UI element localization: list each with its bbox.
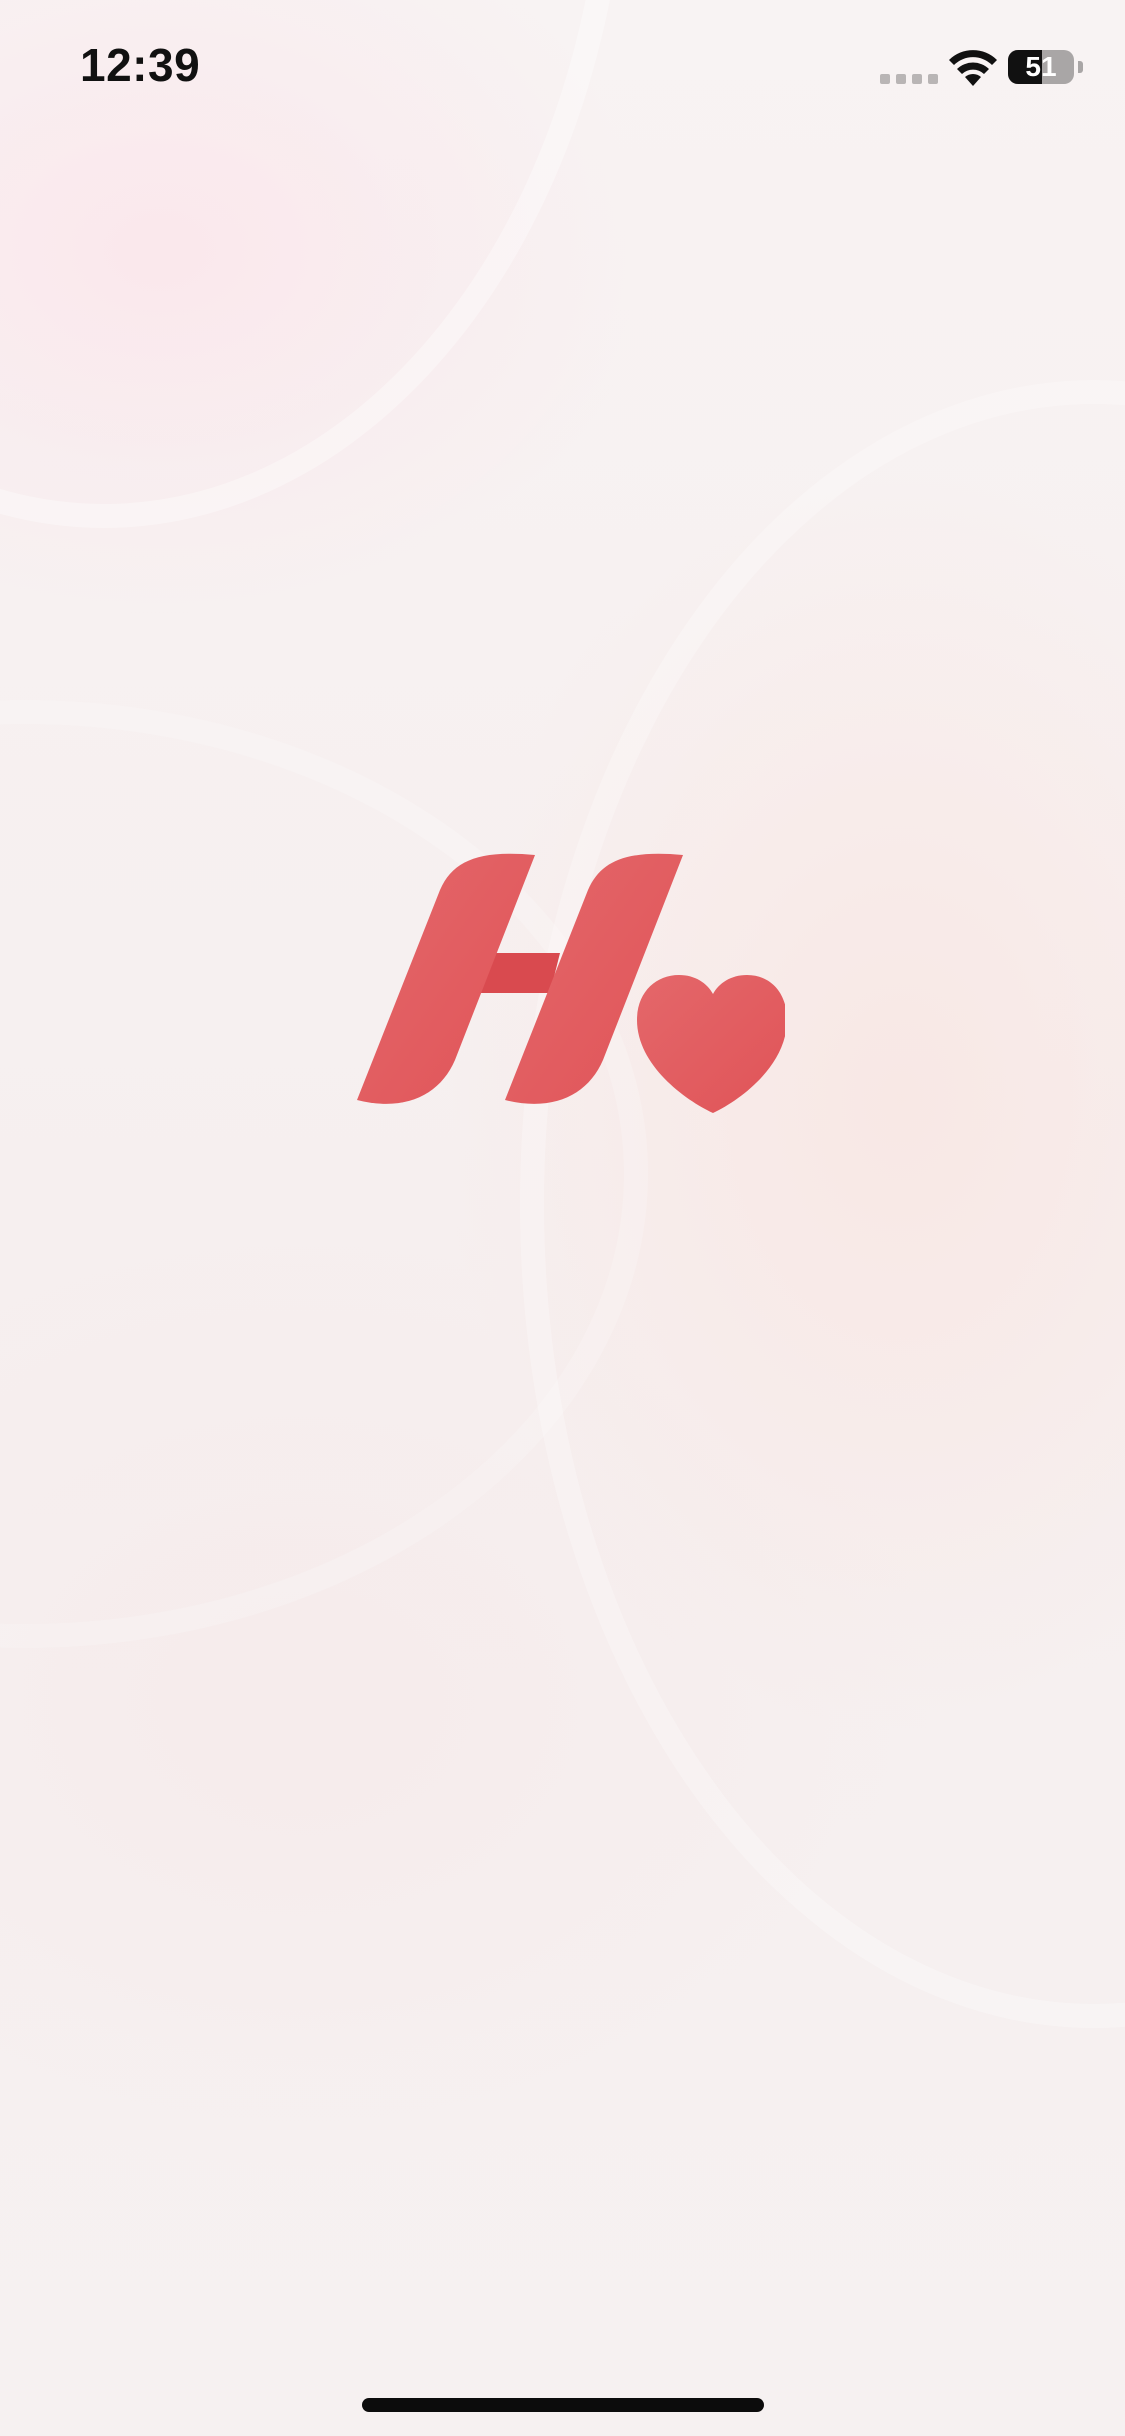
cellular-signal-icon <box>880 74 938 84</box>
h-heart-logo-icon <box>357 853 785 1113</box>
wifi-icon <box>949 50 997 86</box>
background-swoosh <box>0 700 648 1648</box>
home-indicator[interactable] <box>362 2398 764 2412</box>
battery-tip <box>1078 61 1083 73</box>
battery-icon: 51 <box>1008 50 1074 84</box>
background-swoosh <box>520 380 1125 2028</box>
splash-screen: 12:39 51 <box>0 0 1125 2436</box>
battery-percentage: 51 <box>1025 51 1057 82</box>
status-time: 12:39 <box>80 39 201 91</box>
status-bar: 12:39 51 <box>0 0 1125 130</box>
